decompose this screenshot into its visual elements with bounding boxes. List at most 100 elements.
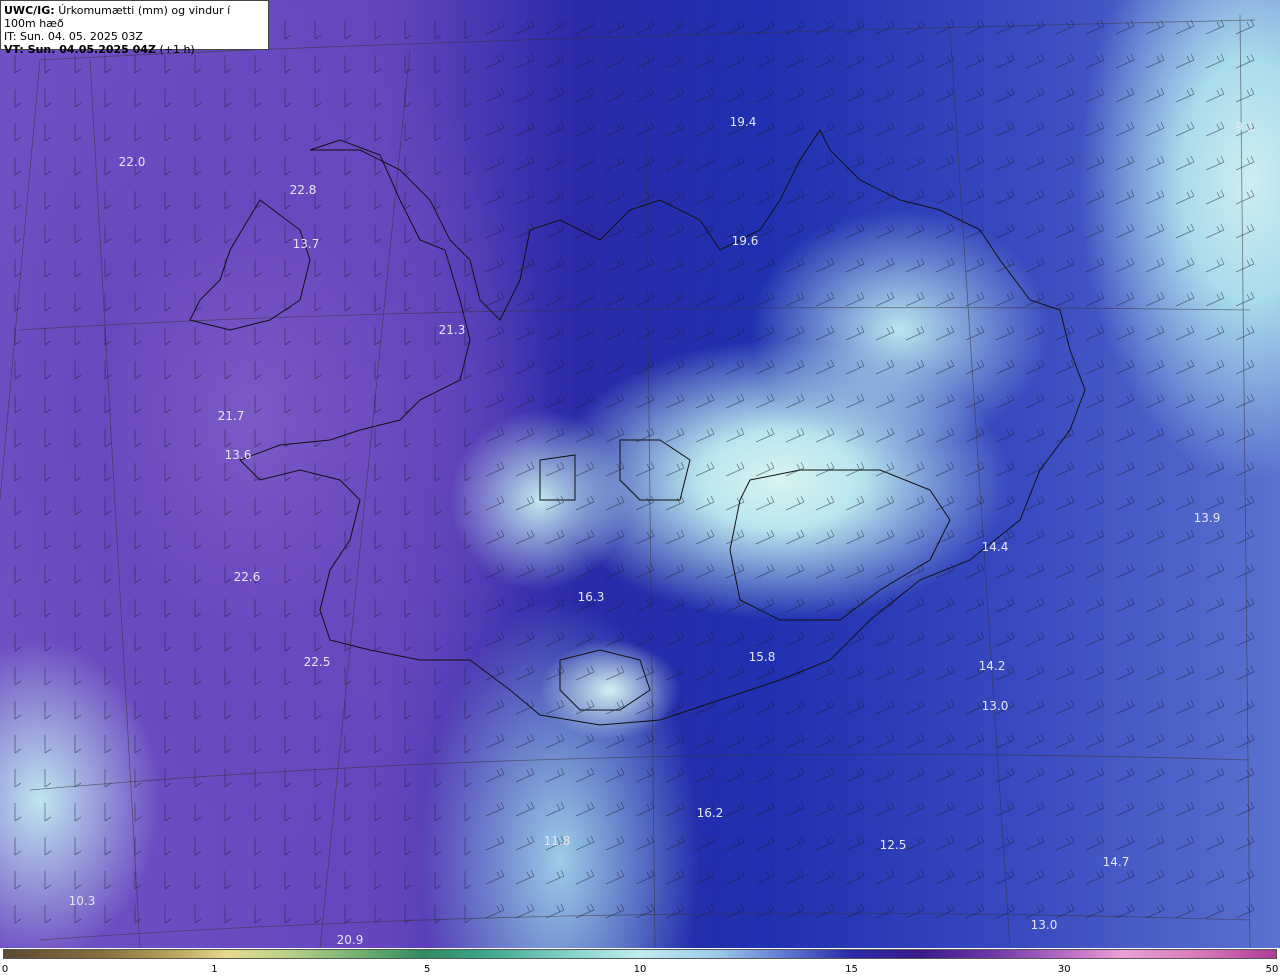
wind-barb-icon: [815, 869, 835, 885]
wind-barb-icon: [665, 427, 685, 443]
wind-barb-icon: [284, 871, 292, 890]
wind-barb-icon: [935, 223, 955, 239]
wind-barb-icon: [1205, 223, 1225, 239]
wind-barb-icon: [344, 497, 352, 516]
wind-barb-icon: [1175, 393, 1195, 409]
wind-barb-icon: [875, 121, 895, 137]
wind-barb-icon: [1175, 223, 1195, 239]
wind-barb-icon: [464, 463, 472, 482]
wind-barb-icon: [1085, 257, 1105, 273]
wind-barb-icon: [1235, 291, 1255, 307]
wind-barb-icon: [485, 529, 505, 545]
wind-barb-icon: [935, 529, 955, 545]
wind-barb-icon: [575, 223, 595, 239]
wind-barb-icon: [164, 599, 172, 618]
wind-barb-icon: [575, 733, 595, 749]
wind-barb-icon: [284, 735, 292, 754]
wind-barb-icon: [815, 461, 835, 477]
wind-barb-icon: [1055, 801, 1075, 817]
wind-barb-icon: [845, 427, 865, 443]
wind-barb-icon: [845, 121, 865, 137]
wind-barb-icon: [314, 871, 322, 890]
wind-barb-icon: [635, 835, 655, 851]
wind-barb-icon: [1115, 495, 1135, 511]
wind-barb-icon: [545, 257, 565, 273]
wind-barb-icon: [404, 123, 412, 142]
wind-barb-icon: [344, 599, 352, 618]
init-time: IT: Sun. 04. 05. 2025 03Z: [4, 30, 143, 43]
wind-barb-icon: [785, 767, 805, 783]
wind-barb-icon: [575, 495, 595, 511]
wind-barb-icon: [695, 223, 715, 239]
wind-barb-icon: [635, 87, 655, 103]
wind-barb-icon: [875, 869, 895, 885]
wind-barb-icon: [1055, 359, 1075, 375]
wind-barb-icon: [464, 429, 472, 448]
wind-barb-icon: [815, 257, 835, 273]
wind-barb-icon: [845, 87, 865, 103]
wind-barb-icon: [545, 87, 565, 103]
wind-barb-icon: [434, 21, 442, 40]
wind-barb-icon: [1055, 835, 1075, 851]
value-label: 13.0: [981, 699, 1009, 713]
wind-barb-icon: [374, 599, 382, 618]
wind-barb-icon: [725, 19, 745, 35]
wind-barb-icon: [1085, 665, 1105, 681]
wind-barb-icon: [965, 121, 985, 137]
wind-barb-icon: [434, 463, 442, 482]
wind-barb-icon: [485, 427, 505, 443]
wind-barb-icon: [785, 393, 805, 409]
wind-barb-icon: [1085, 87, 1105, 103]
wind-barb-icon: [845, 325, 865, 341]
wind-barb-icon: [545, 325, 565, 341]
wind-barb-icon: [374, 55, 382, 74]
value-label: 13.6: [224, 448, 252, 462]
wind-barb-icon: [725, 359, 745, 375]
wind-barb-icon: [1055, 903, 1075, 919]
wind-barb-icon: [965, 223, 985, 239]
wind-barb-icon: [44, 157, 52, 176]
wind-barb-icon: [695, 325, 715, 341]
wind-barb-icon: [104, 633, 112, 652]
wind-barb-icon: [965, 597, 985, 613]
wind-barb-icon: [104, 463, 112, 482]
colorbar-tick-label: 10: [633, 964, 647, 975]
wind-barb-icon: [1055, 869, 1075, 885]
map-title: UWC/IG: Úrkomumætti (mm) og vindur í 100…: [4, 4, 265, 30]
wind-barb-icon: [134, 55, 142, 74]
wind-barb-icon: [254, 429, 262, 448]
wind-barb-icon: [374, 769, 382, 788]
wind-barb-icon: [845, 835, 865, 851]
colorbar-tick-label: 50: [1265, 964, 1279, 975]
wind-barb-icon: [164, 463, 172, 482]
value-label: 22.6: [233, 570, 261, 584]
wind-barb-icon: [434, 293, 442, 312]
wind-barb-icon: [374, 327, 382, 346]
wind-barb-icon: [1235, 393, 1255, 409]
wind-barb-icon: [14, 395, 22, 414]
wind-barb-icon: [1025, 223, 1045, 239]
wind-barb-icon: [1085, 563, 1105, 579]
wind-barb-icon: [1235, 257, 1255, 273]
wind-barb-icon: [104, 55, 112, 74]
wind-barb-icon: [284, 905, 292, 924]
wind-barb-icon: [1055, 461, 1075, 477]
wind-barb-icon: [875, 325, 895, 341]
wind-barb-icon: [224, 293, 232, 312]
value-label: 10.3: [68, 894, 96, 908]
wind-barb-icon: [374, 803, 382, 822]
wind-barb-icon: [344, 667, 352, 686]
wind-barb-icon: [935, 495, 955, 511]
wind-barb-icon: [404, 21, 412, 40]
wind-barb-icon: [665, 563, 685, 579]
wind-barb-icon: [995, 257, 1015, 273]
wind-barb-icon: [74, 157, 82, 176]
wind-barb-icon: [785, 53, 805, 69]
wind-barb-icon: [134, 769, 142, 788]
wind-barb-icon: [104, 769, 112, 788]
wind-barb-icon: [104, 191, 112, 210]
wind-barb-icon: [995, 291, 1015, 307]
wind-barb-icon: [404, 361, 412, 380]
wind-barb-icon: [374, 905, 382, 924]
wind-barb-icon: [104, 225, 112, 244]
